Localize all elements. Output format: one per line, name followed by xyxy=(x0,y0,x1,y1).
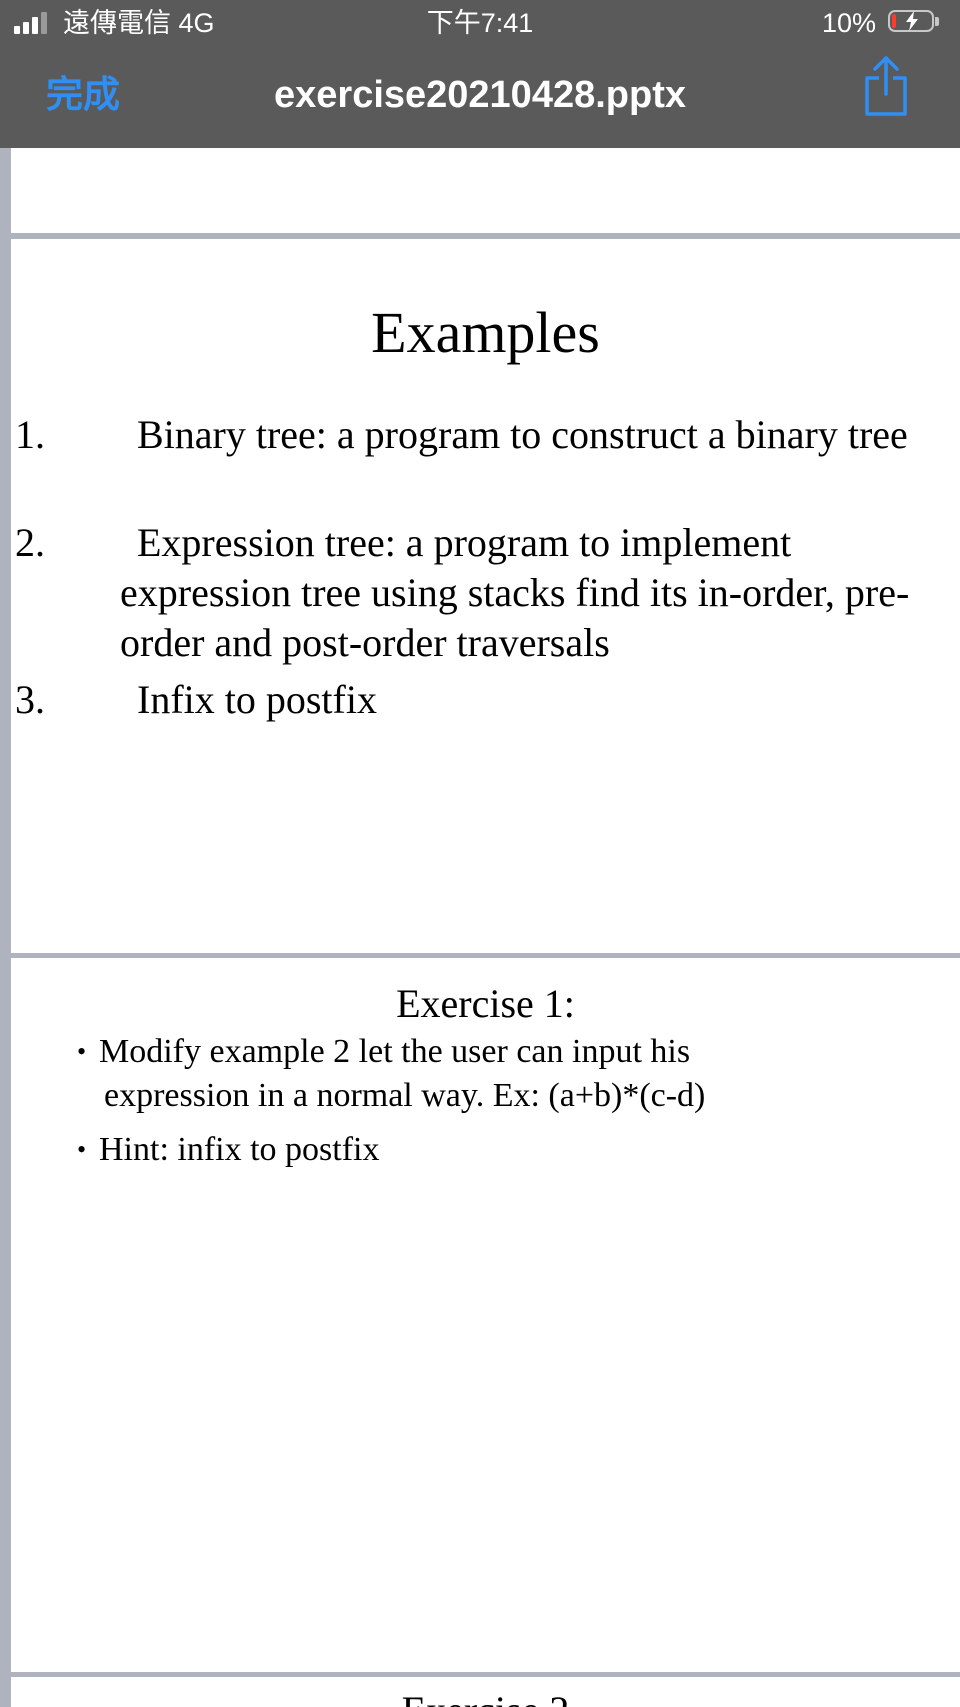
status-bar: 遠傳電信 4G 下午7:41 10% xyxy=(0,0,960,46)
share-icon[interactable] xyxy=(862,54,910,118)
battery-percent: 10% xyxy=(821,8,876,38)
slide-title: Exercise 1: xyxy=(396,981,575,1026)
list-text: Expression tree: a program to implement … xyxy=(120,520,910,665)
battery-level-fill xyxy=(892,14,896,28)
slide-title: Exercise 2 xyxy=(11,1687,960,1707)
battery-charging-icon xyxy=(888,10,940,34)
list-number: 1. xyxy=(15,412,45,457)
top-bar: 遠傳電信 4G 下午7:41 10% 完成 exercise20210428.p… xyxy=(0,0,960,148)
slide-title: Examples xyxy=(371,300,600,365)
slide-exercise-1[interactable]: Exercise 1: • Modify example 2 let the u… xyxy=(11,958,960,1672)
bullet-text: Modify example 2 let the user can input … xyxy=(99,1033,691,1070)
bullet-icon: • xyxy=(77,1037,87,1066)
slide-examples[interactable]: Examples 1. Binary tree: a program to co… xyxy=(11,239,960,953)
document-title: exercise20210428.pptx xyxy=(274,74,686,116)
list-number: 2. xyxy=(15,520,45,565)
bullet-icon: • xyxy=(77,1135,87,1164)
list-text: Infix to postfix xyxy=(137,677,377,722)
navigation-bar: 完成 exercise20210428.pptx xyxy=(0,46,960,148)
list-text: Binary tree: a program to construct a bi… xyxy=(137,412,908,457)
status-time: 下午7:41 xyxy=(426,8,534,38)
bolt-icon xyxy=(906,11,918,31)
slide-previous[interactable] xyxy=(11,148,960,233)
list-number: 3. xyxy=(15,677,45,722)
slide-exercise-2[interactable]: Exercise 2 xyxy=(11,1677,960,1707)
bullet-text-continued: expression in a normal way. Ex: (a+b)*(c… xyxy=(104,1077,706,1114)
bullet-text: Hint: infix to postfix xyxy=(99,1131,380,1168)
